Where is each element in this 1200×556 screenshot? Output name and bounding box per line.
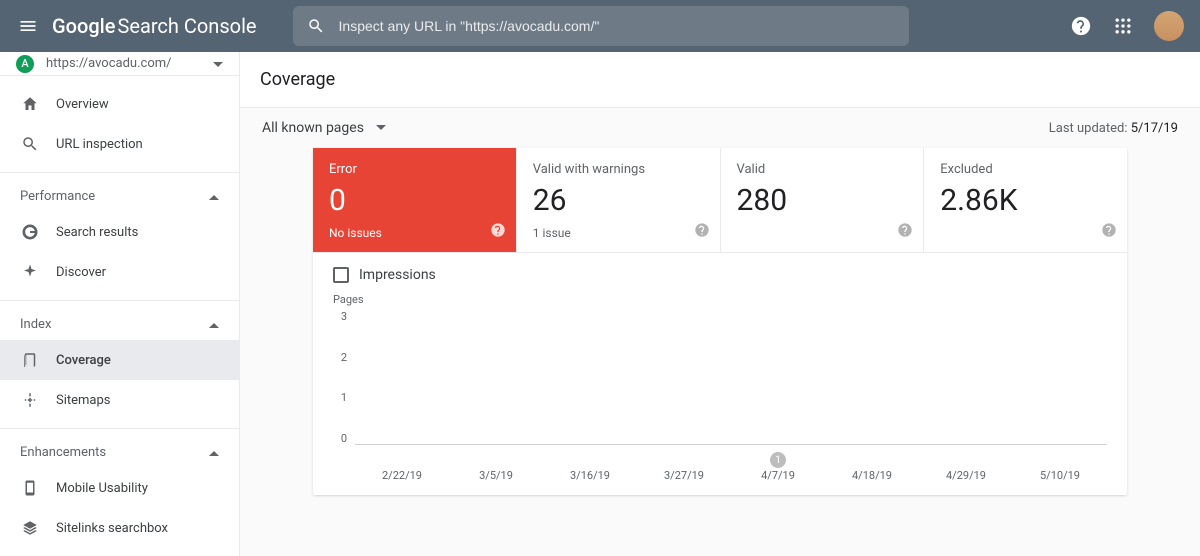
tab-value: 280	[737, 183, 908, 218]
tab-value: 2.86K	[940, 183, 1111, 218]
sidebar-item-url-inspection[interactable]: URL inspection	[0, 124, 239, 164]
tab-help-button[interactable]	[694, 222, 710, 242]
hamburger-menu-button[interactable]	[16, 14, 40, 38]
last-updated-date: 5/17/19	[1131, 121, 1178, 136]
sidebar-item-label: Discover	[56, 265, 106, 280]
sidebar-item-sitelinks-searchbox[interactable]: Sitelinks searchbox	[0, 508, 239, 548]
tab-excluded[interactable]: Excluded 2.86K	[924, 148, 1127, 252]
tab-value: 0	[329, 183, 500, 218]
tab-label: Error	[329, 162, 500, 177]
url-inspect-search[interactable]	[293, 6, 909, 46]
impressions-label: Impressions	[359, 267, 436, 283]
chart-y-title: Pages	[333, 293, 1107, 306]
chart-y-axis: 3210	[333, 310, 355, 445]
help-circle-icon	[897, 222, 913, 238]
tab-help-button[interactable]	[1101, 222, 1117, 242]
sidebar-item-mobile-usability[interactable]: Mobile Usability	[0, 468, 239, 508]
tab-help-button[interactable]	[897, 222, 913, 242]
discover-icon	[20, 262, 40, 282]
search-icon	[307, 17, 325, 35]
help-circle-icon	[1101, 222, 1117, 238]
sidebar-item-label: Mobile Usability	[56, 481, 148, 496]
sidebar-section-label: Enhancements	[20, 445, 106, 460]
sidebar-section-index[interactable]: Index	[0, 309, 239, 340]
chart-x-axis: 2/22/193/5/193/16/193/27/194/7/194/18/19…	[333, 469, 1107, 482]
property-badge: A	[16, 55, 34, 73]
page-header: Coverage	[240, 52, 1200, 108]
sidebar-item-label: Overview	[56, 97, 109, 112]
help-icon	[1070, 15, 1092, 37]
help-circle-icon	[490, 222, 506, 238]
sidebar-item-discover[interactable]: Discover	[0, 252, 239, 292]
product-logo: Google Search Console	[52, 14, 257, 38]
tab-label: Valid with warnings	[533, 162, 704, 177]
tab-help-button[interactable]	[490, 222, 506, 242]
search-icon	[20, 134, 40, 154]
sidebar-section-label: Performance	[20, 189, 95, 204]
tab-label: Excluded	[940, 162, 1111, 177]
coverage-card: Error 0 No issues Valid with warnings 26…	[313, 148, 1127, 495]
sidebar-section-enhancements[interactable]: Enhancements	[0, 437, 239, 468]
hamburger-icon	[18, 16, 38, 36]
logo-product: Search Console	[117, 14, 256, 38]
google-g-icon	[20, 222, 40, 242]
coverage-icon	[20, 350, 40, 370]
sidebar-item-overview[interactable]: Overview	[0, 84, 239, 124]
help-circle-icon	[694, 222, 710, 238]
chart-plot-area: 1	[355, 310, 1107, 445]
mobile-icon	[20, 478, 40, 498]
sidebar-section-performance[interactable]: Performance	[0, 181, 239, 212]
caret-down-icon	[376, 125, 386, 131]
apps-button[interactable]	[1112, 15, 1134, 37]
property-url: https://avocadu.com/	[46, 56, 201, 71]
logo-google: Google	[52, 14, 115, 38]
layers-icon	[20, 518, 40, 538]
sidebar-section-label: Index	[20, 317, 51, 332]
sidebar-item-label: Sitelinks searchbox	[56, 521, 168, 536]
tab-label: Valid	[737, 162, 908, 177]
caret-down-icon	[213, 56, 223, 72]
tab-error[interactable]: Error 0 No issues	[313, 148, 517, 252]
chart-annotation-badge: 1	[770, 452, 786, 468]
tab-valid-with-warnings[interactable]: Valid with warnings 26 1 issue	[517, 148, 721, 252]
tab-value: 26	[533, 183, 704, 218]
chevron-up-icon	[209, 445, 219, 460]
last-updated: Last updated: 5/17/19	[1049, 121, 1178, 136]
sidebar-item-sitemaps[interactable]: Sitemaps	[0, 380, 239, 420]
help-button[interactable]	[1070, 15, 1092, 37]
sidebar-item-label: Sitemaps	[56, 393, 111, 408]
tab-issues: 1 issue	[533, 226, 704, 240]
sidebar: A https://avocadu.com/ Overview URL insp…	[0, 52, 240, 556]
home-icon	[20, 94, 40, 114]
user-avatar[interactable]	[1154, 11, 1184, 41]
sidebar-item-coverage[interactable]: Coverage	[0, 340, 239, 380]
sidebar-item-search-results[interactable]: Search results	[0, 212, 239, 252]
property-selector[interactable]: A https://avocadu.com/	[0, 52, 239, 76]
apps-grid-icon	[1113, 16, 1133, 36]
tab-valid[interactable]: Valid 280	[721, 148, 925, 252]
chevron-up-icon	[209, 317, 219, 332]
page-filter-label: All known pages	[262, 120, 364, 136]
url-inspect-input[interactable]	[339, 18, 895, 34]
page-title: Coverage	[260, 69, 335, 90]
sidebar-item-label: Coverage	[56, 353, 111, 368]
sidebar-item-label: Search results	[56, 225, 138, 240]
page-filter-dropdown[interactable]: All known pages	[262, 120, 386, 136]
impressions-checkbox[interactable]	[333, 267, 349, 283]
tab-issues: No issues	[329, 226, 500, 240]
sidebar-item-label: URL inspection	[56, 137, 143, 152]
sitemaps-icon	[20, 390, 40, 410]
last-updated-label: Last updated:	[1049, 121, 1131, 136]
coverage-chart: Pages 3210 1 2/22/193/5/193/16/193/27/19…	[333, 293, 1107, 473]
chevron-up-icon	[209, 189, 219, 204]
